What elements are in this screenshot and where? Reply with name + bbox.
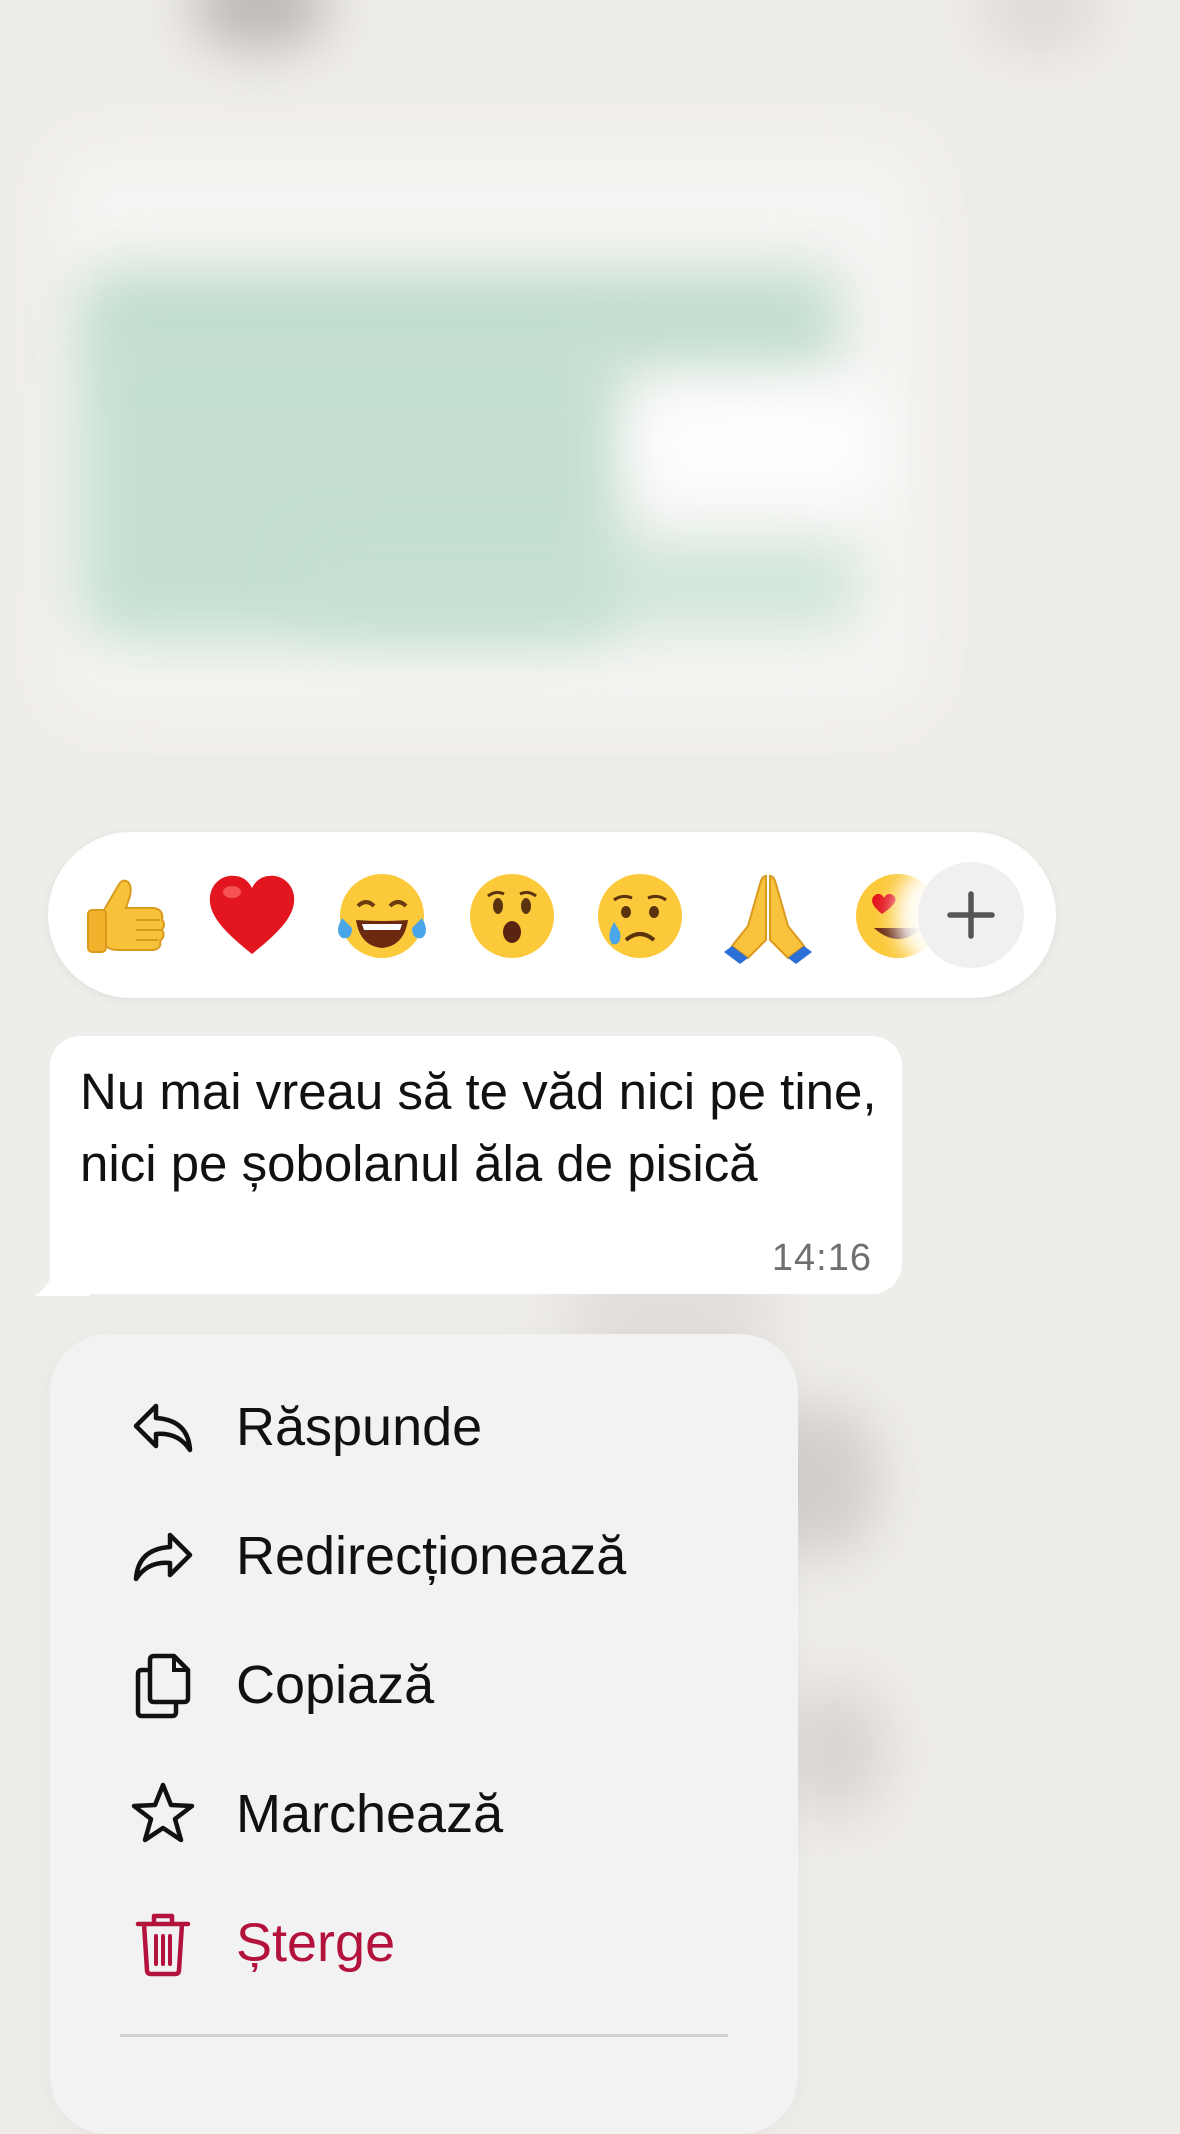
menu-divider (120, 2034, 728, 2037)
blurred-header-icon (980, 0, 1100, 50)
crying-face-icon (598, 874, 682, 958)
folded-hands-reaction[interactable] (718, 866, 818, 966)
message-context-menu: Răspunde Redirecționează Copiază Marchea… (50, 1334, 798, 2134)
reaction-bar (48, 832, 1056, 998)
reply-arrow-icon (128, 1392, 198, 1462)
menu-item-copy[interactable]: Copiază (50, 1630, 798, 1740)
blurred-outgoing-message (300, 540, 860, 630)
menu-item-label: Răspunde (236, 1397, 483, 1457)
tears-of-joy-icon (338, 874, 426, 958)
crying-reaction[interactable] (590, 866, 690, 966)
plus-icon (947, 891, 995, 939)
message-bubble[interactable]: Nu mai vreau să te văd nici pe tine, nic… (50, 1036, 902, 1294)
red-heart-icon (209, 875, 295, 954)
thumbs-up-icon (87, 879, 165, 953)
message-timestamp: 14:16 (771, 1237, 872, 1279)
blurred-avatar (190, 0, 330, 50)
menu-item-label: Redirecționează (236, 1526, 627, 1586)
tears-of-joy-reaction[interactable] (332, 866, 432, 966)
menu-item-reply[interactable]: Răspunde (50, 1372, 798, 1482)
menu-item-label: Șterge (236, 1913, 396, 1973)
menu-item-forward[interactable]: Redirecționează (50, 1501, 798, 1611)
message-text: Nu mai vreau să te văd nici pe tine, nic… (80, 1063, 877, 1192)
blurred-incoming-message (640, 390, 880, 500)
surprised-reaction[interactable] (462, 866, 562, 966)
star-icon (128, 1779, 198, 1849)
more-reactions-button[interactable] (918, 862, 1024, 968)
trash-icon (128, 1908, 198, 1978)
menu-item-label: Copiază (236, 1655, 435, 1715)
menu-item-delete[interactable]: Șterge (50, 1888, 798, 1998)
thumbs-up-reaction[interactable] (74, 866, 174, 966)
folded-hands-icon (724, 874, 812, 964)
forward-arrow-icon (128, 1521, 198, 1591)
menu-item-star[interactable]: Marchează (50, 1759, 798, 1869)
copy-icon (128, 1650, 198, 1720)
red-heart-reaction[interactable] (202, 866, 302, 966)
surprised-face-icon (470, 874, 554, 958)
menu-item-label: Marchează (236, 1784, 504, 1844)
